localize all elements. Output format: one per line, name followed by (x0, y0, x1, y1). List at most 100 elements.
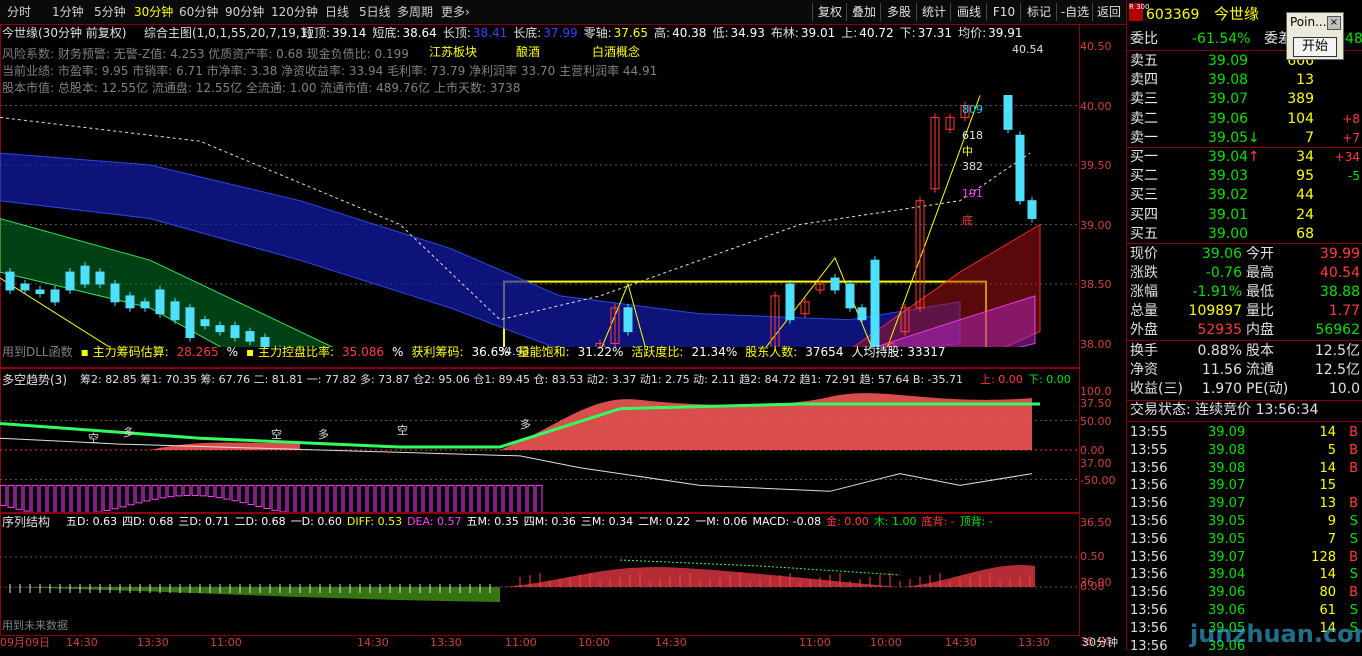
point-popup: Poin... × 开始 (1286, 12, 1344, 60)
time-label: 13:30 (137, 636, 169, 649)
tick-cell: B (1349, 442, 1358, 458)
weibi-value: -61.54% (1192, 31, 1251, 47)
period-tab-active[interactable]: 30分钟 (131, 3, 176, 21)
book-price: 39.02 (1208, 187, 1249, 204)
volume-bar (127, 484, 135, 506)
candle (857, 307, 867, 321)
tick-cell: 39.07 (1208, 478, 1246, 494)
trend-state-label: 多 (520, 417, 531, 431)
volume-bar (95, 484, 103, 512)
stat-text: 股本 (1246, 343, 1274, 359)
tick-row: 13:56 39.08 14 B (1130, 459, 1362, 478)
candlestick-chart[interactable] (0, 95, 1078, 347)
candle (140, 301, 150, 309)
sector-tag[interactable]: 江苏板块 (429, 45, 477, 59)
restore-rights-button[interactable]: 复权 (812, 3, 847, 21)
indicator-name[interactable]: 综合主图(1,0,1,55,20,7,19,1) (144, 26, 312, 40)
book-level: 买五 (1130, 225, 1158, 242)
volume-bar (495, 484, 503, 512)
back-button[interactable]: 返回 (1092, 3, 1125, 21)
trend-title[interactable]: 多空趋势(3) (2, 373, 67, 387)
period-tab[interactable]: 60分钟 (176, 3, 221, 21)
tick-cell: 14 (1319, 425, 1336, 440)
indicator-label: 零轴: (583, 26, 612, 40)
candle (230, 325, 240, 339)
chip-stats-row: 用到DLL函数 ▪ 主力筹码估算: 28.265% ▪ 主力控盘比率: 35.086% 获… (2, 345, 954, 359)
period-tab[interactable]: 90分钟 (222, 3, 267, 21)
statistics-button[interactable]: 统计 (916, 3, 951, 21)
stat-label: 今开 (1246, 246, 1274, 262)
tick-row: 13:56 39.06 80 B (1130, 583, 1362, 602)
volume-bar (447, 484, 455, 512)
indicator-label: 长底: (513, 26, 542, 40)
volume-bar (103, 484, 111, 512)
tick-cell: S (1349, 531, 1358, 547)
chip-stat: 35.086 (342, 345, 385, 359)
period-tab[interactable]: 5分钟 (91, 3, 129, 21)
share-capital-info: 股本市值: 总股本: 12.55亿 流通盘: 12.55亿 全流通: 1.00 … (2, 81, 521, 95)
period-tab[interactable]: 分时 (4, 3, 34, 21)
tick-cell: 39.08 (1208, 460, 1246, 476)
draw-line-button[interactable]: 画线 (950, 3, 987, 21)
fib-618-label: 618 (962, 129, 983, 142)
time-label: 09月09日 (0, 636, 50, 649)
book-level: 买二 (1130, 168, 1158, 185)
sequence-title[interactable]: 序列结构 (2, 515, 50, 529)
book-price: 39.00 (1208, 225, 1249, 242)
tick-cell: 13:56 (1130, 549, 1168, 565)
time-label: 14:30 (357, 636, 389, 649)
chip-stat: 人均持股: 33317 (851, 345, 946, 359)
indicator-value: 39.14 (332, 26, 367, 40)
period-label[interactable]: 30分钟 (1082, 636, 1118, 650)
volume-bar (399, 484, 407, 512)
overlay-button[interactable]: 叠加 (846, 3, 881, 21)
period-tab[interactable]: 5日线 (356, 3, 394, 21)
volume-bar (303, 484, 311, 512)
volume-bar (343, 484, 351, 512)
volume-bar (527, 484, 535, 512)
volume-bar (415, 484, 423, 512)
sequence-value: 一D: 0.60 (290, 515, 342, 528)
book-change: -5 (1348, 169, 1360, 184)
toolbar: 分时 1分钟 5分钟 30分钟 60分钟 90分钟 120分钟 日线 5日线 多… (0, 0, 1126, 25)
volume-bar (167, 484, 175, 498)
tick-cell: S (1349, 567, 1358, 583)
multi-stock-button[interactable]: 多股 (880, 3, 917, 21)
sector-tag[interactable]: 白酒概念 (592, 45, 640, 59)
quote-stat-row: 外盘 52935 内盘 56962 (1130, 321, 1362, 340)
book-arrow-icon: ↓ (1248, 129, 1260, 146)
volume-bar (455, 484, 463, 512)
period-tab[interactable]: 120分钟 (268, 3, 321, 21)
chip-stat: 36.6% (471, 345, 510, 359)
quote-stat-row: 涨跌 -0.76 最高 40.54 (1130, 264, 1362, 283)
f10-button[interactable]: F10 (986, 3, 1021, 21)
candle (170, 301, 180, 321)
sector-tag[interactable]: 酿酒 (516, 45, 540, 59)
axis-label: 50.00 (1080, 414, 1112, 428)
close-icon[interactable]: × (1327, 16, 1341, 30)
start-button[interactable]: 开始 (1293, 37, 1337, 57)
volume-bar (535, 484, 543, 512)
trend-chart[interactable]: 空多空多空多 (0, 388, 1078, 512)
candle (870, 259, 880, 347)
indicator-label: 下: (899, 26, 916, 40)
volume-bar (311, 484, 319, 512)
volume-bar (263, 484, 271, 510)
volume-bar (175, 484, 183, 497)
axis-label: 38.00 (1080, 337, 1112, 351)
time-label: 11:00 (210, 636, 242, 649)
period-tab[interactable]: 1分钟 (49, 3, 87, 21)
book-volume: 34 (1296, 149, 1314, 165)
mark-button[interactable]: 标记 (1020, 3, 1057, 21)
sequence-chart[interactable] (0, 530, 1078, 634)
volume-bar (335, 484, 343, 512)
book-volume: 7 (1305, 129, 1314, 146)
watchlist-button[interactable]: -自选 (1056, 3, 1093, 21)
period-tab[interactable]: 日线 (322, 3, 352, 21)
period-tab[interactable]: 多周期 (394, 3, 436, 21)
time-label: 11:00 (799, 636, 831, 649)
indicator-value: 38.64 (402, 26, 437, 40)
sequence-value: 五D: 0.63 (66, 515, 118, 528)
time-label: 14:30 (945, 636, 977, 649)
more-tab[interactable]: 更多› (438, 3, 473, 21)
